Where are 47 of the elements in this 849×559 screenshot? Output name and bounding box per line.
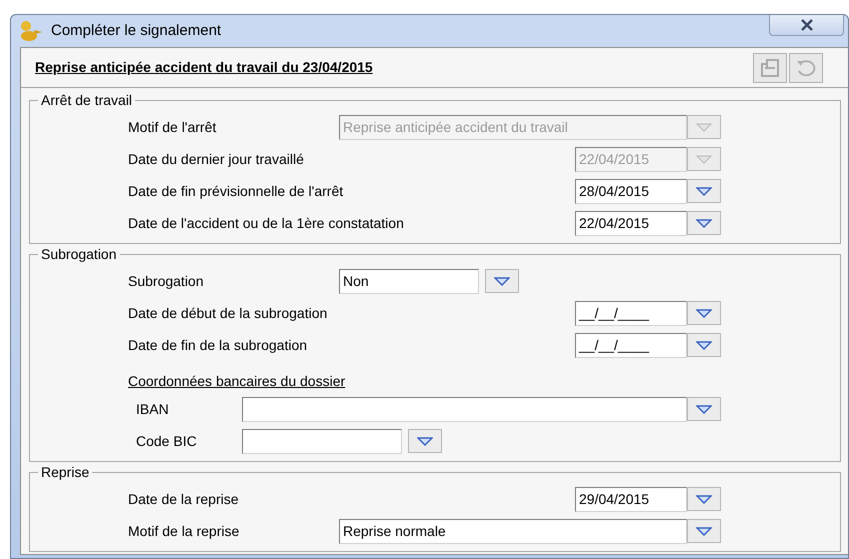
dropdown-button[interactable] (687, 179, 721, 203)
dropdown-button[interactable] (408, 429, 442, 453)
caret-icon (417, 436, 433, 446)
field-label: Date de début de la subrogation (127, 304, 328, 323)
close-button[interactable] (769, 15, 844, 36)
field-label: Date de l'accident ou de la 1ère constatation (127, 214, 405, 232)
caret-icon (696, 526, 712, 536)
field-label: Code BIC (135, 432, 198, 450)
dropdown-button[interactable] (687, 333, 721, 357)
section-heading: Coordonnées bancaires du dossier (127, 372, 346, 390)
field-label: Motif de l'arrêt (127, 118, 218, 136)
date-field[interactable]: 28/04/2015 (575, 178, 687, 204)
dropdown-button[interactable] (687, 519, 721, 543)
caret-icon (696, 340, 712, 350)
dropdown-button[interactable] (687, 211, 721, 235)
window-title: Compléter le signalement (51, 20, 222, 41)
input-field[interactable] (242, 396, 687, 422)
date-field[interactable]: 22/04/2015 (575, 210, 687, 236)
caret-icon (696, 494, 712, 504)
date-field[interactable]: __/__/____ (575, 332, 687, 358)
date-field[interactable]: __/__/____ (575, 300, 687, 326)
dropdown-button[interactable] (485, 269, 519, 293)
dropdown-button[interactable] (687, 487, 721, 511)
close-icon (800, 19, 814, 31)
field-label: Date de fin de la subrogation (127, 336, 308, 355)
report-title: Reprise anticipée accident du travail du 23/04/2015 (35, 58, 373, 77)
dropdown-button[interactable] (687, 301, 721, 325)
caret-icon (696, 154, 712, 164)
save-icon (759, 58, 781, 78)
undo-icon (795, 58, 817, 78)
field-label: Date du dernier jour travaillé (127, 150, 305, 169)
dropdown-button[interactable] (687, 397, 721, 421)
field-label: Motif de la reprise (127, 522, 240, 541)
field-label: IBAN (135, 400, 170, 418)
caret-icon (494, 276, 510, 286)
caret-icon (696, 186, 712, 196)
field-label: Date de fin prévisionnelle de l'arrêt (127, 182, 344, 201)
field-label: Date de la reprise (127, 490, 240, 509)
dropdown-field[interactable]: Non (339, 268, 479, 294)
field-label: Subrogation (127, 272, 205, 291)
caret-icon (696, 122, 712, 132)
caret-icon (696, 218, 712, 228)
input-field[interactable] (242, 428, 402, 454)
dropdown-field[interactable]: Reprise normale (339, 518, 687, 544)
caret-icon (696, 404, 712, 414)
date-field[interactable]: 29/04/2015 (575, 486, 687, 512)
caret-icon (696, 308, 712, 318)
